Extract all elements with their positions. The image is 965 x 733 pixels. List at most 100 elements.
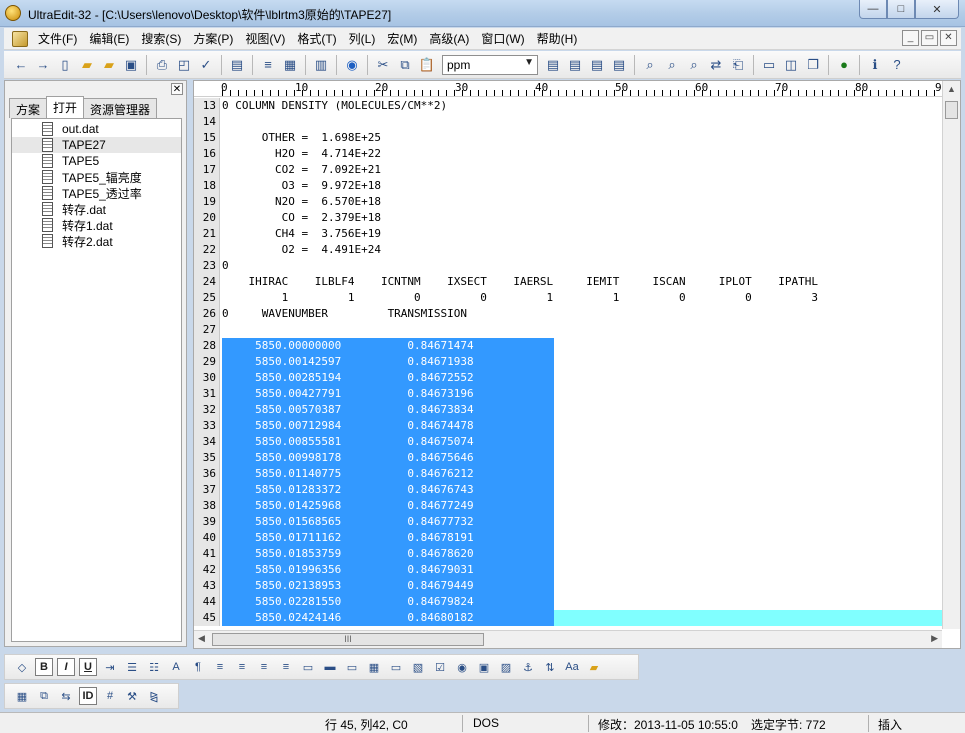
copy-icon[interactable]: ⧉	[396, 56, 414, 74]
number-icon[interactable]: #	[101, 687, 119, 705]
text-line[interactable]: 37 5850.01283372 0.84676743	[194, 482, 942, 498]
menu-window[interactable]: 窗口(W)	[477, 30, 532, 47]
hr-icon[interactable]: ▬	[321, 658, 339, 676]
menu-file[interactable]: 文件(F)	[34, 30, 85, 47]
horizontal-scrollbar[interactable]: ◀ III ▶	[194, 630, 942, 648]
browser-icon[interactable]: ◉	[343, 56, 361, 74]
text-line[interactable]: 26 0 WAVENUMBER TRANSMISSION	[194, 306, 942, 322]
close-button[interactable]: ✕	[915, 0, 959, 19]
text-line[interactable]: 39 5850.01568565 0.84677732	[194, 514, 942, 530]
list-item[interactable]: 转存.dat	[12, 201, 181, 217]
text-line[interactable]: 23 0	[194, 258, 942, 274]
word-wrap-icon[interactable]: ≡	[259, 56, 277, 74]
underline-button[interactable]: U	[79, 658, 97, 676]
bold-button[interactable]: B	[35, 658, 53, 676]
split-horizontal-icon[interactable]: ▭	[760, 56, 778, 74]
scroll-left-icon[interactable]: ◀	[198, 633, 205, 644]
doc-close-button[interactable]: ✕	[940, 30, 957, 46]
document-icon[interactable]	[12, 30, 28, 47]
text-line[interactable]: 24 IHIRAC ILBLF4 ICNTNM IXSECT IAERSL IE…	[194, 274, 942, 290]
frame-icon[interactable]: ▣	[475, 658, 493, 676]
text-line[interactable]: 15 OTHER = 1.698E+25	[194, 130, 942, 146]
open-icon[interactable]: ▰	[100, 56, 118, 74]
menu-project[interactable]: 方案(P)	[189, 30, 241, 47]
text-line[interactable]: 41 5850.01853759 0.84678620	[194, 546, 942, 562]
textbox-icon[interactable]: ▭	[343, 658, 361, 676]
tab-explorer[interactable]: 资源管理器	[83, 98, 158, 118]
indent-icon[interactable]: ⇥	[101, 658, 119, 676]
text-line[interactable]: 29 5850.00142597 0.84671938	[194, 354, 942, 370]
align-left-icon[interactable]: ▤	[544, 56, 562, 74]
list-item[interactable]: out.dat	[12, 121, 181, 137]
title-bar[interactable]: UltraEdit-32 - [C:\Users\lenovo\Desktop\…	[0, 0, 965, 27]
form-icon[interactable]: ▭	[299, 658, 317, 676]
forward-icon[interactable]: →	[34, 56, 52, 74]
table-icon[interactable]: ▦	[365, 658, 383, 676]
list-item[interactable]: TAPE27	[12, 137, 181, 153]
doc-minimize-button[interactable]: _	[902, 30, 919, 46]
find-icon[interactable]: ⌕	[641, 56, 659, 74]
doc-restore-button[interactable]: ▭	[921, 30, 938, 46]
maximize-button[interactable]: □	[887, 0, 915, 19]
text-line[interactable]: 36 5850.01140775 0.84676212	[194, 466, 942, 482]
split-vertical-icon[interactable]: ◫	[782, 56, 800, 74]
convert-icon[interactable]: ⇆	[57, 687, 75, 705]
menu-macro[interactable]: 宏(M)	[383, 30, 425, 47]
scroll-thumb[interactable]	[945, 101, 958, 119]
align-right-icon[interactable]: ≡	[255, 658, 273, 676]
list-item[interactable]: 转存1.dat	[12, 217, 181, 233]
radio-icon[interactable]: ◉	[453, 658, 471, 676]
find-next-icon[interactable]: ⌕	[663, 56, 681, 74]
text-line[interactable]: 38 5850.01425968 0.84677249	[194, 498, 942, 514]
text-line[interactable]: 42 5850.01996356 0.84679031	[194, 562, 942, 578]
text-line[interactable]: 21 CH4 = 3.756E+19	[194, 226, 942, 242]
list-item[interactable]: TAPE5_透过率	[12, 185, 181, 201]
text-line[interactable]: 25 1 1 0 0 1 1 0 0 3	[194, 290, 942, 306]
list-item[interactable]: TAPE5	[12, 153, 181, 169]
hex-icon[interactable]: ▦	[281, 56, 299, 74]
menu-column[interactable]: 列(L)	[345, 30, 384, 47]
text-line[interactable]: 17 CO2 = 7.092E+21	[194, 162, 942, 178]
bullet-list-icon[interactable]: ☰	[123, 658, 141, 676]
text-line[interactable]: 20 CO = 2.379E+18	[194, 210, 942, 226]
info-icon[interactable]: ℹ	[866, 56, 884, 74]
scroll-up-icon[interactable]: ▲	[943, 81, 960, 98]
text-line[interactable]: 18 O3 = 9.972E+18	[194, 178, 942, 194]
find-prev-icon[interactable]: ⌕	[685, 56, 703, 74]
checkbox-icon[interactable]: ☑	[431, 658, 449, 676]
scroll-right-icon[interactable]: ▶	[931, 633, 938, 644]
text-line[interactable]: 43 5850.02138953 0.84679449	[194, 578, 942, 594]
ppm-combo[interactable]: ppm ▼	[442, 54, 538, 75]
text-line[interactable]: 33 5850.00712984 0.84674478	[194, 418, 942, 434]
sort-icon[interactable]: ⇅	[541, 658, 559, 676]
align-center-icon[interactable]: ≡	[233, 658, 251, 676]
list-item[interactable]: TAPE5_辐亮度	[12, 169, 181, 185]
print-preview-icon[interactable]: ◰	[175, 56, 193, 74]
text-line[interactable]: 28 5850.00000000 0.84671474	[194, 338, 942, 354]
web-icon[interactable]: ●	[835, 56, 853, 74]
find-in-files-icon[interactable]: ⎗	[729, 56, 747, 74]
image-icon[interactable]: ▧	[409, 658, 427, 676]
cascade-icon[interactable]: ❐	[804, 56, 822, 74]
copy-icon[interactable]: ⧉	[35, 687, 53, 705]
tab-project[interactable]: 方案	[9, 98, 48, 118]
new-file-icon[interactable]: ▯	[56, 56, 74, 74]
replace-icon[interactable]: ⇄	[707, 56, 725, 74]
page-icon[interactable]: ▤	[228, 56, 246, 74]
numbered-list-icon[interactable]: ☷	[145, 658, 163, 676]
vertical-scrollbar[interactable]: ▲	[942, 81, 960, 629]
list-item[interactable]: 转存2.dat	[12, 233, 181, 249]
text-line[interactable]: 19 N2O = 6.570E+18	[194, 194, 942, 210]
align-right-icon[interactable]: ▤	[588, 56, 606, 74]
open-folder-icon[interactable]: ▰	[78, 56, 96, 74]
id-button[interactable]: ID	[79, 687, 97, 705]
tab-open[interactable]: 打开	[46, 96, 85, 118]
text-line[interactable]: 44 5850.02281550 0.84679824	[194, 594, 942, 610]
menu-edit[interactable]: 编辑(E)	[85, 30, 137, 47]
text-line[interactable]: 30 5850.00285194 0.84672552	[194, 370, 942, 386]
save-icon[interactable]: ▣	[122, 56, 140, 74]
text-line[interactable]: 27	[194, 322, 942, 338]
text-line[interactable]: 35 5850.00998178 0.84675646	[194, 450, 942, 466]
scroll-thumb[interactable]: III	[212, 633, 484, 646]
align-center-icon[interactable]: ▤	[566, 56, 584, 74]
